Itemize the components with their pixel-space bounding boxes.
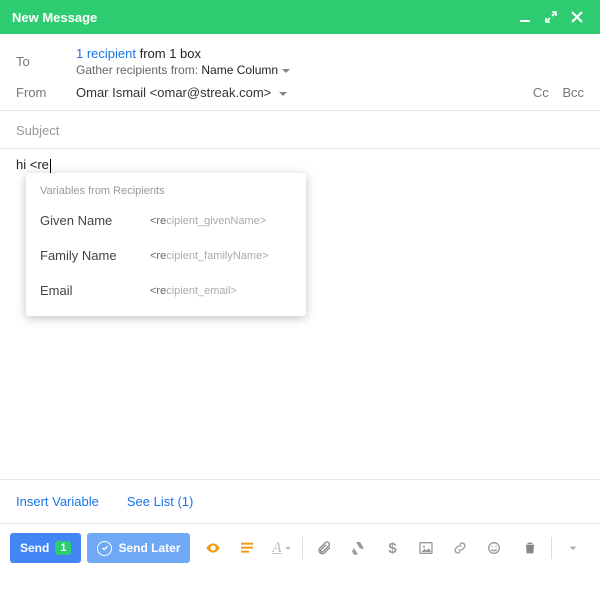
recipient-count-link[interactable]: 1 recipient	[76, 46, 136, 61]
insert-variable-link[interactable]: Insert Variable	[16, 494, 99, 509]
popover-item-label: Family Name	[40, 248, 150, 263]
close-icon[interactable]	[566, 6, 588, 28]
discard-icon[interactable]	[517, 535, 543, 561]
compose-body[interactable]: hi <re Variables from Recipients Given N…	[0, 149, 600, 479]
money-icon[interactable]: $	[379, 535, 405, 561]
see-list-link[interactable]: See List (1)	[127, 494, 193, 509]
popover-item[interactable]: Family Name <recipient_familyName>	[26, 238, 306, 273]
window-title: New Message	[12, 10, 510, 25]
gather-source-dropdown[interactable]: Name Column	[201, 63, 290, 77]
check-circle-icon	[97, 541, 112, 556]
cc-button[interactable]: Cc	[533, 85, 549, 100]
formatting-dropdown[interactable]: A	[268, 535, 294, 561]
insert-image-icon[interactable]	[413, 535, 439, 561]
to-label: To	[16, 54, 76, 69]
popover-item-token: <recipient_givenName>	[150, 215, 266, 227]
from-row: From Omar Ismail <omar@streak.com> Cc Bc…	[0, 79, 600, 110]
snippets-icon[interactable]	[234, 535, 260, 561]
chevron-down-icon	[282, 69, 290, 73]
from-value: Omar Ismail <omar@streak.com>	[76, 85, 271, 100]
separator	[551, 537, 552, 559]
to-row: To 1 recipient from 1 box Gather recipie…	[0, 34, 600, 79]
popover-item[interactable]: Given Name <recipient_givenName>	[26, 203, 306, 238]
popover-header: Variables from Recipients	[26, 179, 306, 203]
popover-item-token: <recipient_email>	[150, 285, 237, 297]
body-text: hi <re	[16, 157, 49, 172]
minimize-icon[interactable]	[514, 6, 536, 28]
gather-row: Gather recipients from: Name Column	[76, 63, 584, 77]
popover-item-label: Given Name	[40, 213, 150, 228]
to-content: 1 recipient from 1 box Gather recipients…	[76, 46, 584, 77]
separator	[302, 537, 303, 559]
emoji-icon[interactable]	[481, 535, 507, 561]
send-button[interactable]: Send 1	[10, 533, 81, 563]
drive-icon[interactable]	[345, 535, 371, 561]
attachment-icon[interactable]	[311, 535, 337, 561]
popover-item[interactable]: Email <recipient_email>	[26, 273, 306, 308]
expand-icon[interactable]	[540, 6, 562, 28]
cc-bcc: Cc Bcc	[523, 85, 584, 100]
variable-autocomplete-popover: Variables from Recipients Given Name <re…	[26, 173, 306, 316]
more-options-icon[interactable]	[560, 535, 586, 561]
compose-toolbar: Send 1 Send Later A $	[0, 524, 600, 572]
insert-link-icon[interactable]	[447, 535, 473, 561]
bcc-button[interactable]: Bcc	[562, 85, 584, 100]
tracking-eye-icon[interactable]	[200, 535, 226, 561]
text-cursor	[50, 159, 51, 173]
chevron-down-icon	[279, 92, 287, 96]
links-row: Insert Variable See List (1)	[0, 479, 600, 524]
from-label: From	[16, 85, 76, 100]
popover-item-token: <recipient_familyName>	[150, 250, 269, 262]
gather-label: Gather recipients from:	[76, 63, 201, 77]
send-later-button[interactable]: Send Later	[87, 533, 190, 563]
subject-input[interactable]: Subject	[0, 111, 600, 148]
recipient-rest: from 1 box	[136, 46, 201, 61]
send-later-label: Send Later	[118, 541, 180, 555]
popover-item-label: Email	[40, 283, 150, 298]
window-titlebar: New Message	[0, 0, 600, 34]
chevron-down-icon	[285, 547, 291, 550]
from-dropdown[interactable]: Omar Ismail <omar@streak.com>	[76, 85, 523, 100]
send-count-badge: 1	[55, 541, 71, 555]
send-label: Send	[20, 541, 49, 555]
